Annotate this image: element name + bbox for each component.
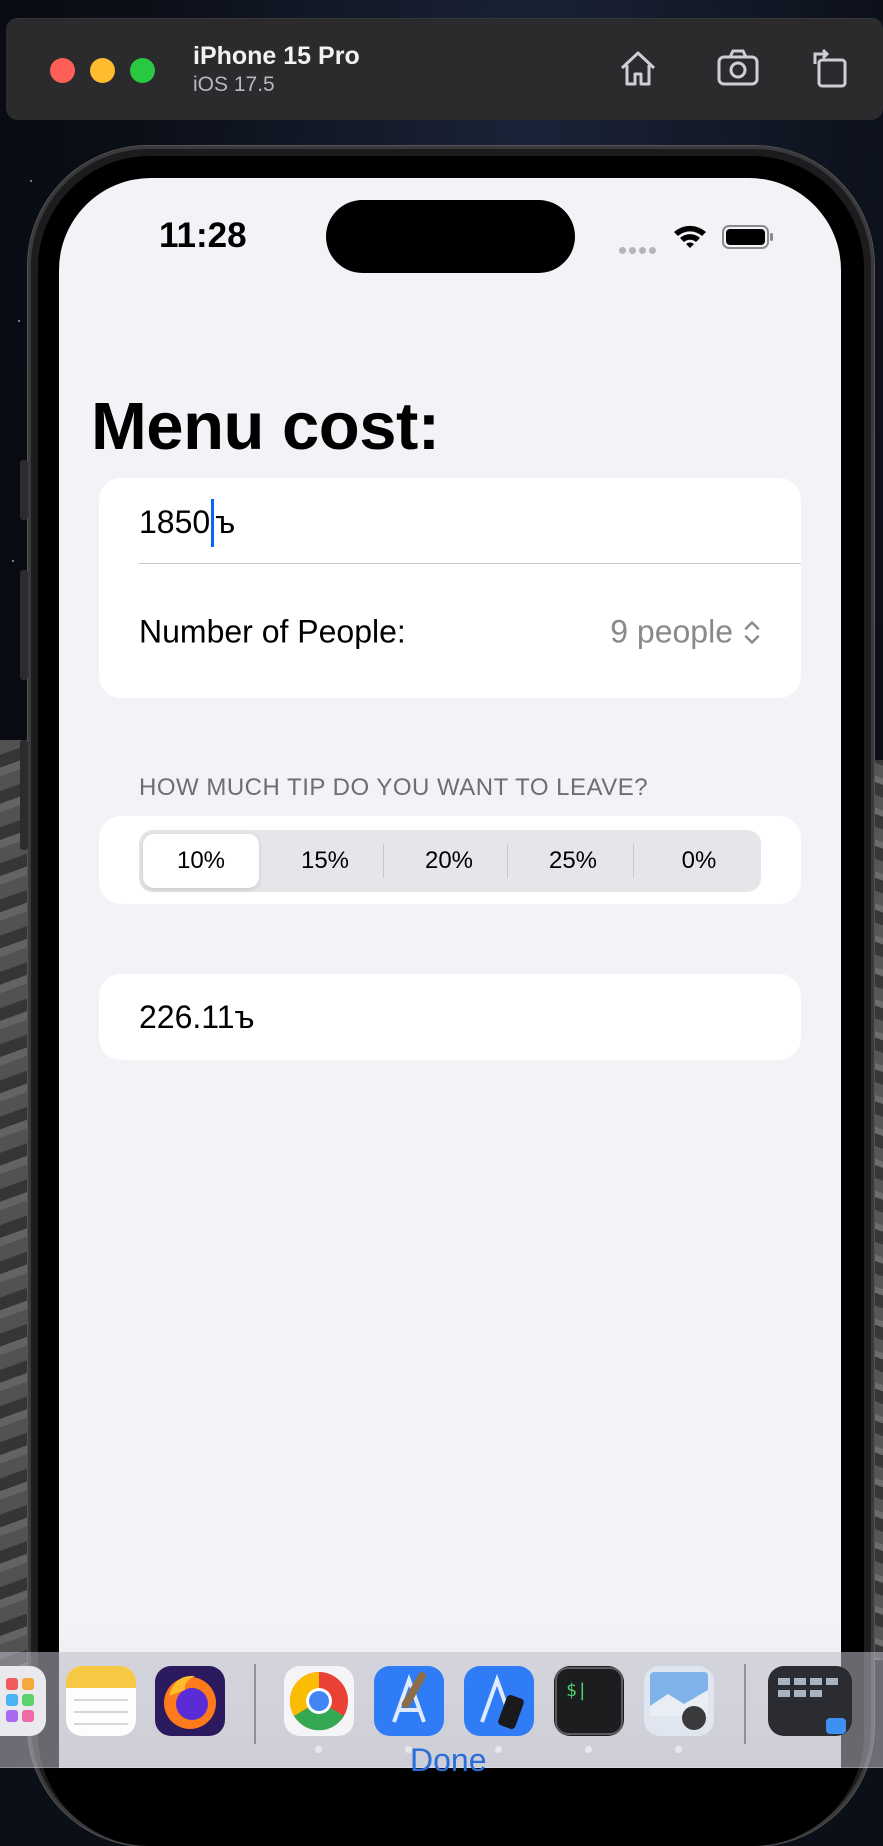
people-label: Number of People: bbox=[139, 613, 406, 650]
text-cursor bbox=[211, 498, 215, 547]
running-indicator bbox=[315, 1746, 322, 1753]
keyboard-done-button[interactable]: Done bbox=[410, 1742, 487, 1779]
mission-control-icon[interactable] bbox=[768, 1666, 852, 1736]
tip-option-25[interactable]: 25% bbox=[515, 834, 631, 888]
row-divider bbox=[139, 563, 801, 564]
menu-cost-value: 1850 bbox=[139, 504, 211, 540]
page-title: Menu cost: bbox=[91, 389, 440, 464]
window-minimize-button[interactable] bbox=[90, 58, 115, 83]
firefox-icon[interactable] bbox=[155, 1666, 225, 1736]
running-indicator bbox=[675, 1746, 682, 1753]
wifi-icon bbox=[674, 225, 706, 248]
chevron-up-down-icon bbox=[744, 620, 760, 644]
dynamic-island bbox=[326, 200, 575, 273]
tip-section-header: HOW MUCH TIP DO YOU WANT TO LEAVE? bbox=[139, 774, 649, 801]
people-picker[interactable]: 9 people bbox=[610, 614, 761, 651]
tip-section: 10% 15% 20% 25% 0% bbox=[99, 816, 801, 904]
running-indicator bbox=[585, 1746, 592, 1753]
currency-suffix: ъ bbox=[215, 504, 236, 540]
camera-icon[interactable] bbox=[716, 46, 760, 90]
home-icon[interactable] bbox=[616, 46, 660, 90]
xcode-icon[interactable] bbox=[374, 1666, 444, 1736]
svg-text:$|: $| bbox=[566, 1680, 588, 1701]
action-button bbox=[20, 460, 28, 520]
tip-option-0[interactable]: 0% bbox=[641, 834, 757, 888]
people-picker-value: 9 people bbox=[610, 613, 733, 650]
battery-icon bbox=[722, 225, 773, 249]
running-indicator bbox=[405, 1746, 412, 1753]
notes-icon[interactable] bbox=[66, 1666, 136, 1736]
simulator-icon[interactable] bbox=[464, 1666, 534, 1736]
tip-option-15[interactable]: 15% bbox=[267, 834, 383, 888]
simulator-titlebar: iPhone 15 Pro iOS 17.5 bbox=[6, 18, 883, 120]
running-indicator bbox=[495, 1746, 502, 1753]
rotate-icon[interactable] bbox=[809, 46, 853, 90]
device-name: iPhone 15 Pro bbox=[193, 42, 360, 70]
status-time: 11:28 bbox=[159, 216, 247, 255]
dock-separator bbox=[744, 1664, 746, 1744]
phone-screen: 11:28 Menu cost: 1850 ъ Number of People:… bbox=[59, 178, 841, 1768]
preview-icon[interactable] bbox=[644, 1666, 714, 1736]
chrome-icon[interactable] bbox=[284, 1666, 354, 1736]
terminal-icon[interactable]: $| bbox=[554, 1666, 624, 1736]
cellular-signal-icon bbox=[619, 241, 659, 259]
result-section: 226.11ъ bbox=[99, 974, 801, 1060]
window-zoom-button[interactable] bbox=[130, 58, 155, 83]
tip-option-20[interactable]: 20% bbox=[391, 834, 507, 888]
segment-divider bbox=[633, 844, 634, 878]
menu-cost-input[interactable]: 1850 ъ bbox=[139, 478, 235, 567]
window-close-button[interactable] bbox=[50, 58, 75, 83]
tip-segmented-control: 10% 15% 20% 25% 0% bbox=[139, 830, 761, 892]
device-os-version: iOS 17.5 bbox=[193, 73, 275, 96]
segment-divider bbox=[383, 844, 384, 878]
tip-option-10[interactable]: 10% bbox=[143, 834, 259, 888]
volume-up-button bbox=[20, 570, 28, 680]
total-per-person: 226.11ъ bbox=[139, 999, 255, 1035]
dock-separator bbox=[254, 1664, 256, 1744]
segment-divider bbox=[507, 844, 508, 878]
volume-down-button bbox=[20, 740, 28, 850]
launchpad-icon[interactable] bbox=[0, 1666, 46, 1736]
input-section: 1850 ъ Number of People: 9 people bbox=[99, 478, 801, 698]
